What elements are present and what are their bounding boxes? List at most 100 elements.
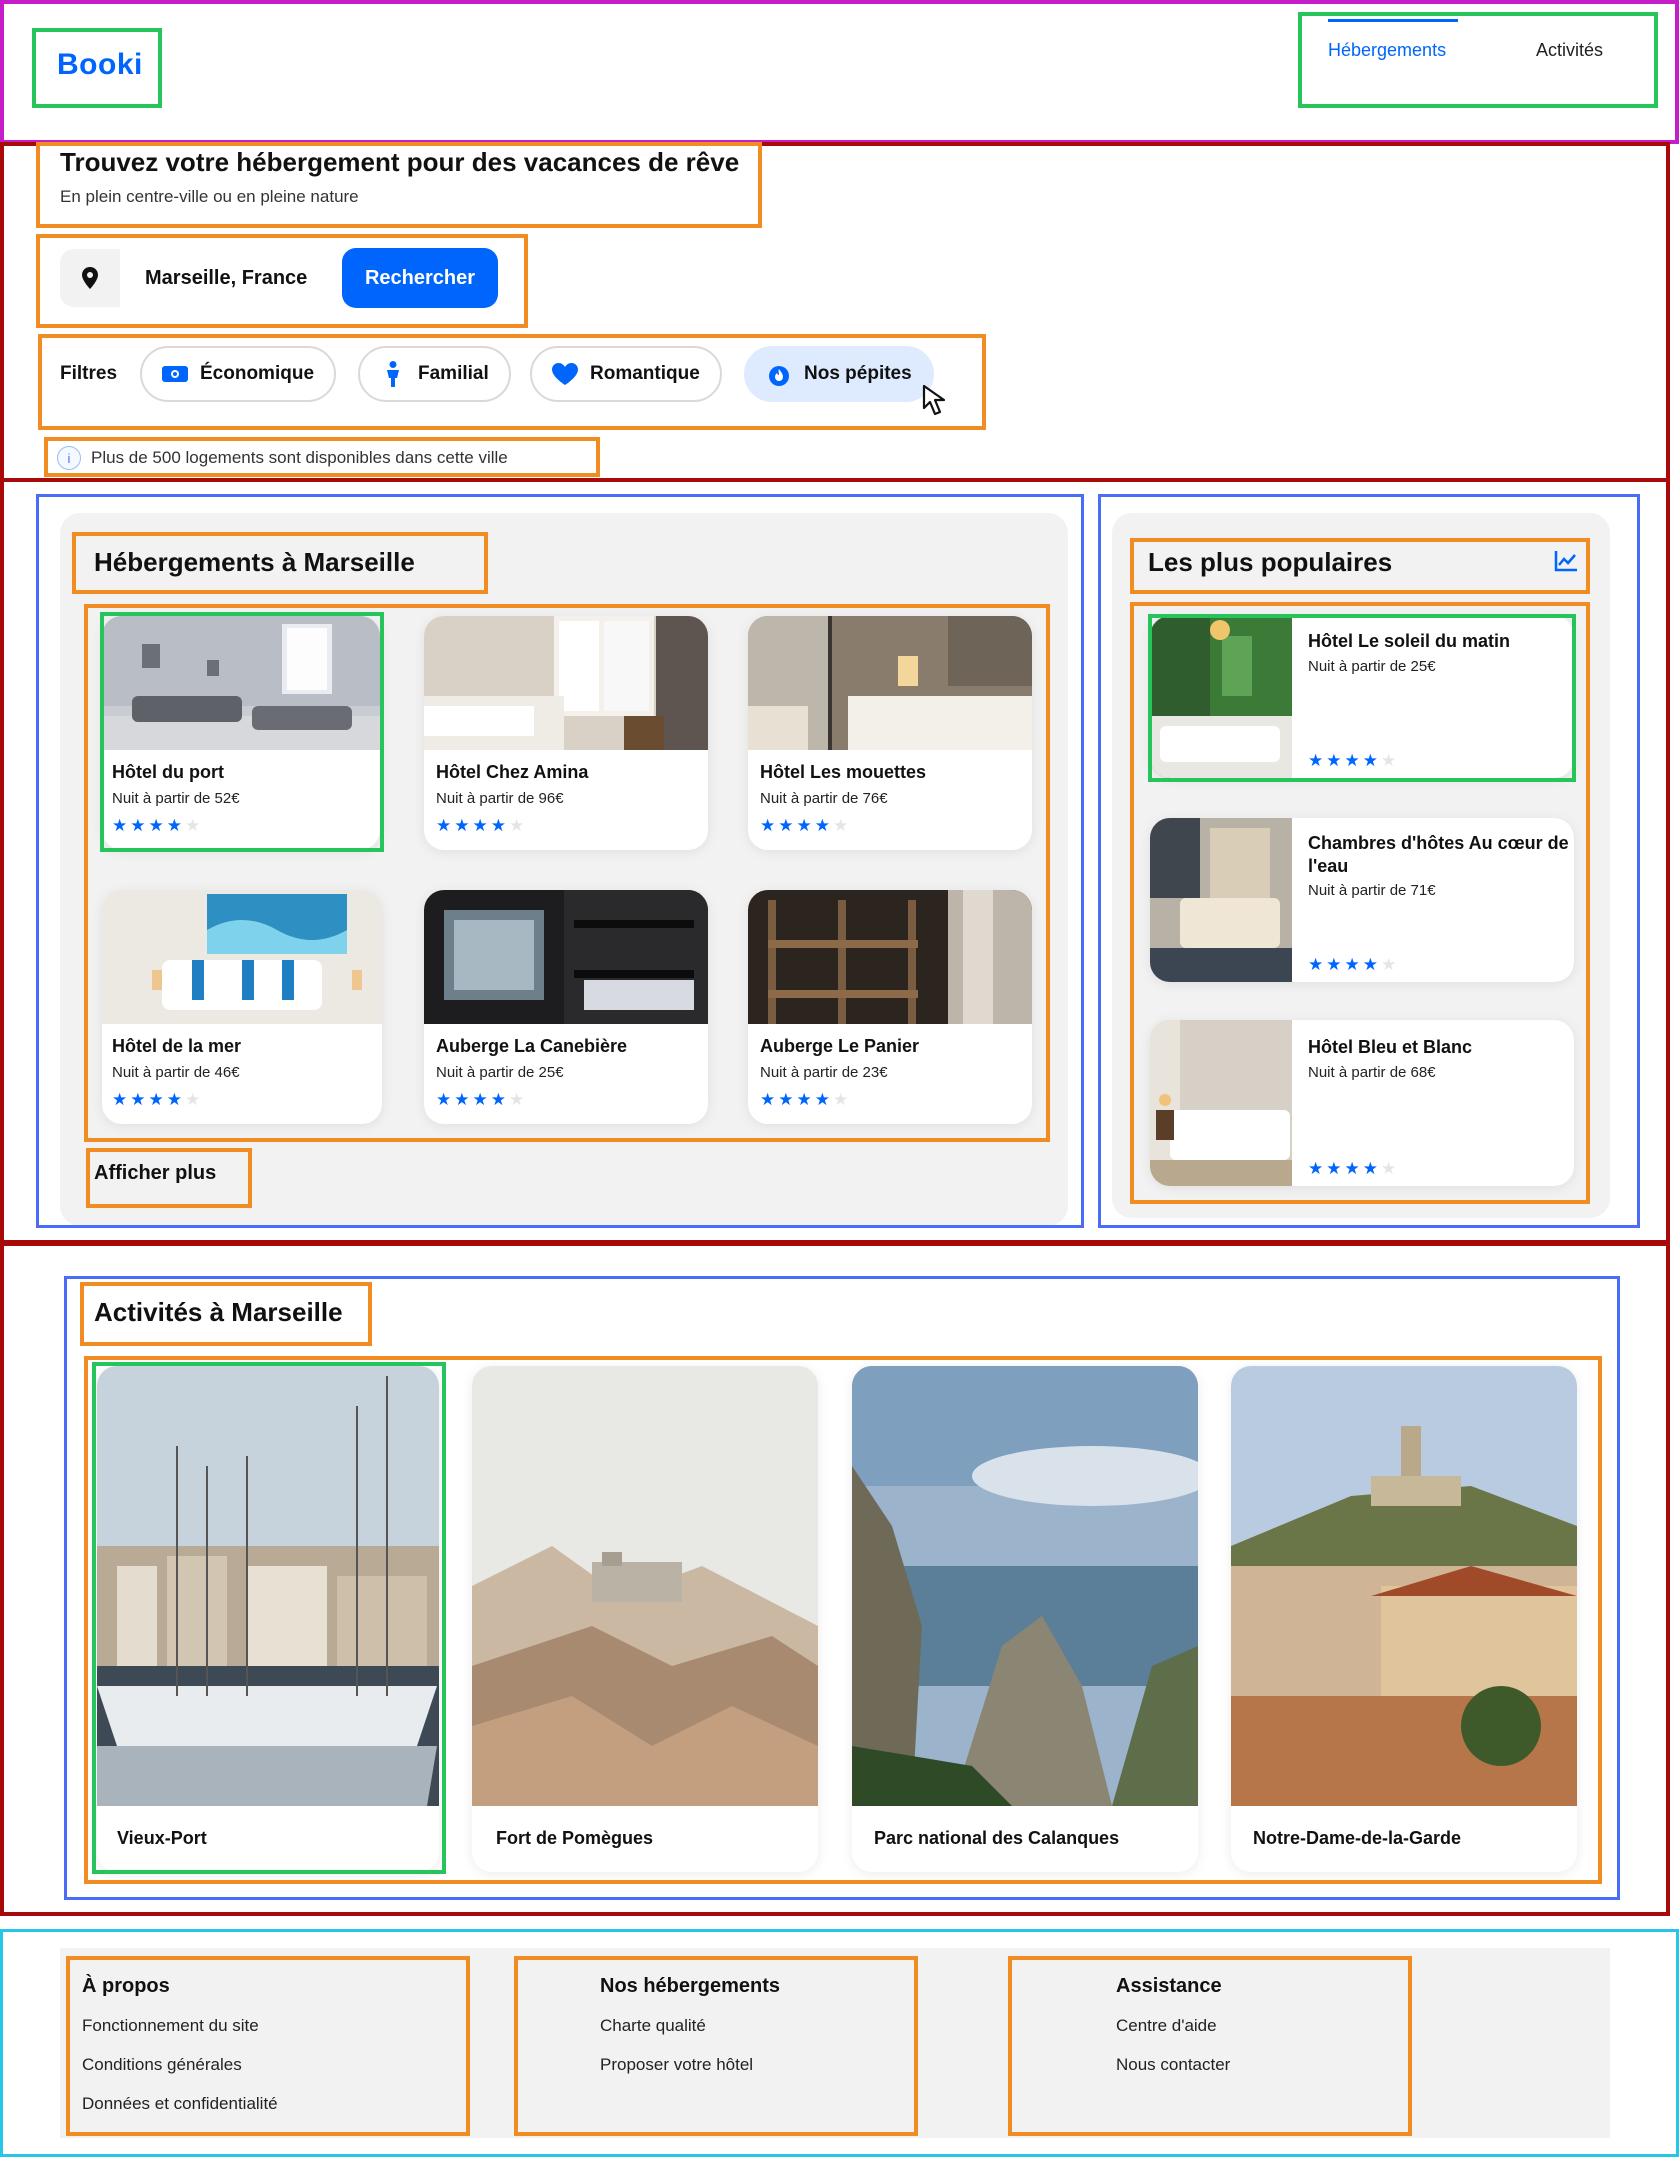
star-filled-icon: ★ [472, 1090, 488, 1109]
nav-link-activites[interactable]: Activités [1536, 40, 1603, 61]
star-filled-icon: ★ [1326, 751, 1342, 770]
mouse-cursor-icon [922, 384, 946, 416]
footer-link[interactable]: Centre d'aide [1116, 2016, 1217, 2036]
accommodation-card-hotel-de-la-mer[interactable]: Hôtel de la mer Nuit à partir de 46€ ★ ★ ★… [102, 890, 382, 1124]
accommodation-photo [102, 890, 382, 1024]
person-icon [380, 361, 406, 387]
filter-chip-economique[interactable]: Économique [140, 346, 337, 402]
rating-stars: ★ ★ ★ ★ ★ [436, 817, 524, 834]
popular-card-hotel-bleu-et-blanc[interactable]: Hôtel Bleu et Blanc Nuit à partir de 68€… [1150, 1020, 1574, 1186]
star-empty-icon: ★ [1381, 955, 1397, 974]
activity-card-vieux-port[interactable]: Vieux-Port [97, 1366, 439, 1872]
star-filled-icon: ★ [796, 1090, 812, 1109]
star-filled-icon: ★ [454, 816, 470, 835]
popular-title: Les plus populaires [1148, 547, 1393, 577]
rating-stars: ★ ★ ★ ★ ★ [760, 817, 848, 834]
popular-name: Hôtel Bleu et Blanc [1308, 1037, 1473, 1057]
activity-card-notre-dame-de-la-garde[interactable]: Notre-Dame-de-la-Garde [1231, 1366, 1577, 1872]
star-empty-icon: ★ [185, 816, 201, 835]
footer-link[interactable]: Fonctionnement du site [82, 2016, 259, 2036]
filter-chip-familial[interactable]: Familial [358, 346, 511, 402]
activity-card-fort-de-pomegues[interactable]: Fort de Pomègues [472, 1366, 818, 1872]
star-filled-icon: ★ [436, 1090, 452, 1109]
activity-photo [852, 1366, 1198, 1806]
search-button[interactable]: Rechercher [342, 248, 498, 308]
popular-card-chambres-dhotes[interactable]: Chambres d'hôtes Au cœur de l'eau Nuit à… [1150, 818, 1574, 982]
filter-chip-nos-pepites[interactable]: Nos pépites [744, 346, 934, 402]
accommodation-price: Nuit à partir de 25€ [436, 1064, 564, 1081]
booki-page: Booki Hébergements Activités Trouvez vot… [0, 0, 1679, 2157]
star-filled-icon: ★ [490, 1090, 506, 1109]
hero-subtitle: En plein centre-ville ou en pleine natur… [60, 187, 359, 206]
activity-photo [472, 1366, 818, 1806]
star-empty-icon: ★ [509, 816, 525, 835]
accommodation-name: Auberge La Canebière [436, 1036, 628, 1056]
star-filled-icon: ★ [1308, 751, 1324, 770]
accommodation-name: Auberge Le Panier [760, 1036, 920, 1056]
footer-link[interactable]: Charte qualité [600, 2016, 706, 2036]
popular-price: Nuit à partir de 71€ [1308, 882, 1436, 899]
rating-stars: ★ ★ ★ ★ ★ [1308, 956, 1396, 973]
activity-photo [1231, 1366, 1577, 1806]
accommodation-price: Nuit à partir de 52€ [112, 790, 240, 807]
footer-title-nos-hebergements: Nos hébergements [600, 1975, 781, 1997]
booki-logo[interactable]: Booki [57, 48, 143, 82]
accommodation-card-hotel-les-mouettes[interactable]: Hôtel Les mouettes Nuit à partir de 76€ … [748, 616, 1032, 850]
footer-link[interactable]: Données et confidentialité [82, 2094, 278, 2114]
star-filled-icon: ★ [1326, 1159, 1342, 1178]
star-filled-icon: ★ [148, 816, 164, 835]
filter-chip-label: Nos pépites [804, 363, 912, 384]
footer-link[interactable]: Conditions générales [82, 2055, 242, 2075]
accommodation-price: Nuit à partir de 46€ [112, 1064, 240, 1081]
popular-photo [1150, 616, 1292, 778]
popular-card-hotel-le-soleil-du-matin[interactable]: Hôtel Le soleil du matin Nuit à partir d… [1150, 616, 1574, 778]
star-filled-icon: ★ [760, 816, 776, 835]
rating-stars: ★ ★ ★ ★ ★ [1308, 752, 1396, 769]
star-filled-icon: ★ [1344, 751, 1360, 770]
show-more-link[interactable]: Afficher plus [94, 1162, 216, 1185]
star-filled-icon: ★ [778, 816, 794, 835]
accommodation-card-auberge-le-panier[interactable]: Auberge Le Panier Nuit à partir de 23€ ★… [748, 890, 1032, 1124]
star-filled-icon: ★ [436, 816, 452, 835]
star-filled-icon: ★ [778, 1090, 794, 1109]
star-filled-icon: ★ [1308, 955, 1324, 974]
star-filled-icon: ★ [1362, 1159, 1378, 1178]
star-filled-icon: ★ [1326, 955, 1342, 974]
rating-stars: ★ ★ ★ ★ ★ [760, 1091, 848, 1108]
search-location-button[interactable] [60, 249, 120, 307]
accommodation-card-auberge-la-canebiere[interactable]: Auberge La Canebière Nuit à partir de 25… [424, 890, 708, 1124]
star-empty-icon: ★ [1381, 1159, 1397, 1178]
activity-photo [97, 1366, 439, 1806]
star-filled-icon: ★ [148, 1090, 164, 1109]
filter-chip-label: Romantique [590, 363, 700, 384]
star-filled-icon: ★ [130, 816, 146, 835]
accommodation-card-hotel-du-port[interactable]: Hôtel du port Nuit à partir de 52€ ★ ★ ★ ★ ★ [102, 616, 380, 850]
rating-stars: ★ ★ ★ ★ ★ [436, 1091, 524, 1108]
rating-stars: ★ ★ ★ ★ ★ [112, 1091, 200, 1108]
popular-price: Nuit à partir de 25€ [1308, 658, 1436, 675]
star-filled-icon: ★ [490, 816, 506, 835]
filter-chip-label: Économique [200, 363, 315, 384]
search-input[interactable]: Marseille, France [145, 249, 307, 307]
footer-link[interactable]: Proposer votre hôtel [600, 2055, 753, 2075]
popular-photo [1150, 1020, 1292, 1186]
accommodations-title: Hébergements à Marseille [94, 547, 415, 577]
popular-price: Nuit à partir de 68€ [1308, 1064, 1436, 1081]
activity-card-parc-national-des-calanques[interactable]: Parc national des Calanques [852, 1366, 1198, 1872]
info-text: Plus de 500 logements sont disponibles d… [91, 448, 508, 467]
heart-icon [552, 361, 578, 387]
footer-title-a-propos: À propos [82, 1975, 170, 1997]
accommodation-photo [102, 616, 380, 750]
star-filled-icon: ★ [472, 816, 488, 835]
rating-stars: ★ ★ ★ ★ ★ [112, 817, 200, 834]
star-empty-icon: ★ [509, 1090, 525, 1109]
accommodation-card-hotel-chez-amina[interactable]: Hôtel Chez Amina Nuit à partir de 96€ ★ ★… [424, 616, 708, 850]
star-filled-icon: ★ [1344, 1159, 1360, 1178]
nav-link-hebergements[interactable]: Hébergements [1328, 40, 1446, 61]
star-filled-icon: ★ [454, 1090, 470, 1109]
location-pin-icon [82, 267, 98, 289]
footer-link[interactable]: Nous contacter [1116, 2055, 1230, 2075]
filter-chip-romantique[interactable]: Romantique [530, 346, 722, 402]
star-filled-icon: ★ [166, 816, 182, 835]
star-filled-icon: ★ [130, 1090, 146, 1109]
